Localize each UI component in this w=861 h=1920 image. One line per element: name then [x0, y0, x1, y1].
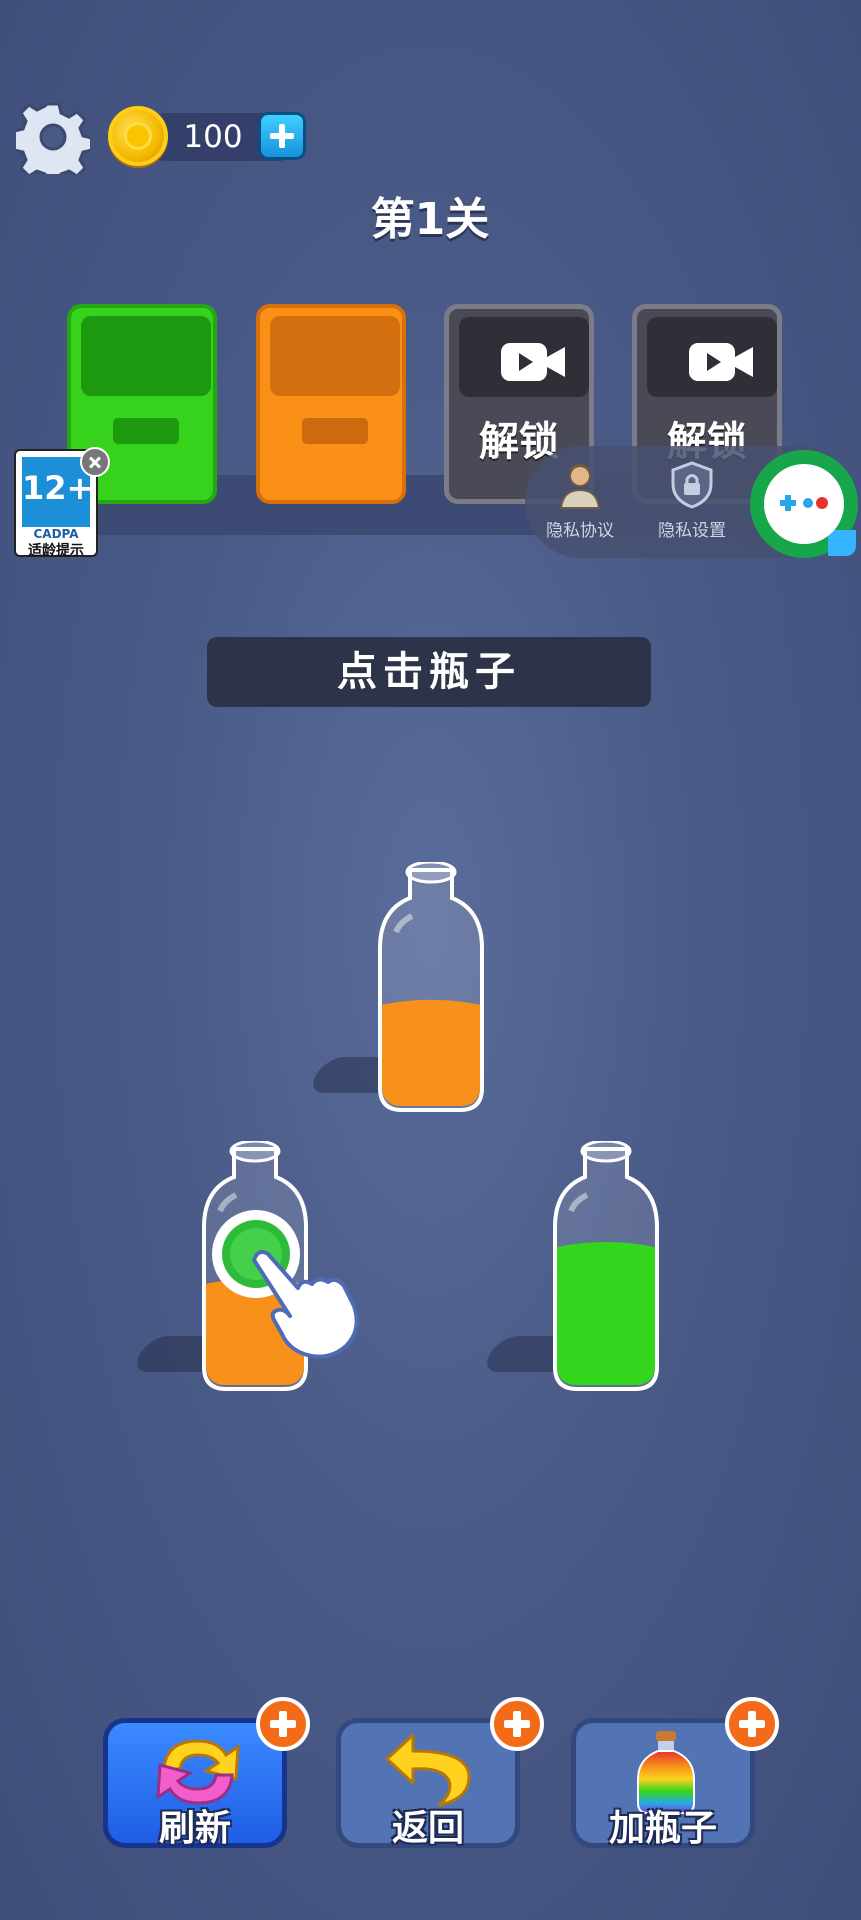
coin-icon: [108, 106, 168, 166]
gamepad-icon: [764, 464, 844, 544]
age-rating-hint: 适龄提示: [28, 543, 84, 559]
tap-hint-hand-icon: [212, 1210, 359, 1359]
box-lid: [81, 316, 211, 396]
close-icon[interactable]: [80, 447, 110, 477]
video-camera-icon: [689, 343, 753, 381]
orange-box: [256, 304, 406, 504]
privacy-settings-button[interactable]: 隐私设置: [642, 460, 742, 541]
add-bottle-label: 加瓶子: [608, 1808, 717, 1849]
bottle-right[interactable]: [551, 1141, 661, 1391]
age-rating-value: 12+: [22, 469, 94, 507]
box-lid: [270, 316, 400, 396]
privacy-agreement-button[interactable]: 隐私协议: [530, 460, 630, 541]
box-slot: [113, 418, 179, 444]
age-rating-box: 12+: [22, 457, 94, 527]
add-bottle-button[interactable]: 加瓶子: [571, 1718, 755, 1849]
game-center-button[interactable]: [750, 450, 858, 558]
bottle-top[interactable]: [376, 862, 486, 1112]
settings-gear-icon[interactable]: [12, 100, 94, 185]
refresh-plus-badge[interactable]: [256, 1697, 310, 1751]
undo-plus-badge[interactable]: [490, 1697, 544, 1751]
refresh-label: 刷新: [158, 1808, 231, 1849]
undo-button[interactable]: 返回: [336, 1718, 520, 1849]
privacy-agreement-label: 隐私协议: [546, 521, 614, 541]
box-slot: [302, 418, 368, 444]
undo-label: 返回: [391, 1808, 464, 1849]
add-bottle-plus-badge[interactable]: [725, 1697, 779, 1751]
privacy-settings-label: 隐私设置: [658, 521, 726, 541]
box-lid: [459, 317, 589, 397]
age-rating-org: CADPA: [33, 527, 79, 541]
level-title: 第1关: [370, 194, 490, 245]
coin-count: 100: [183, 119, 243, 155]
video-camera-icon: [501, 343, 565, 381]
shield-lock-icon: [671, 461, 713, 509]
add-coins-button[interactable]: [258, 112, 306, 160]
box-lid: [647, 317, 777, 397]
user-icon: [559, 464, 601, 509]
instruction-banner: 点击瓶子: [207, 637, 651, 707]
